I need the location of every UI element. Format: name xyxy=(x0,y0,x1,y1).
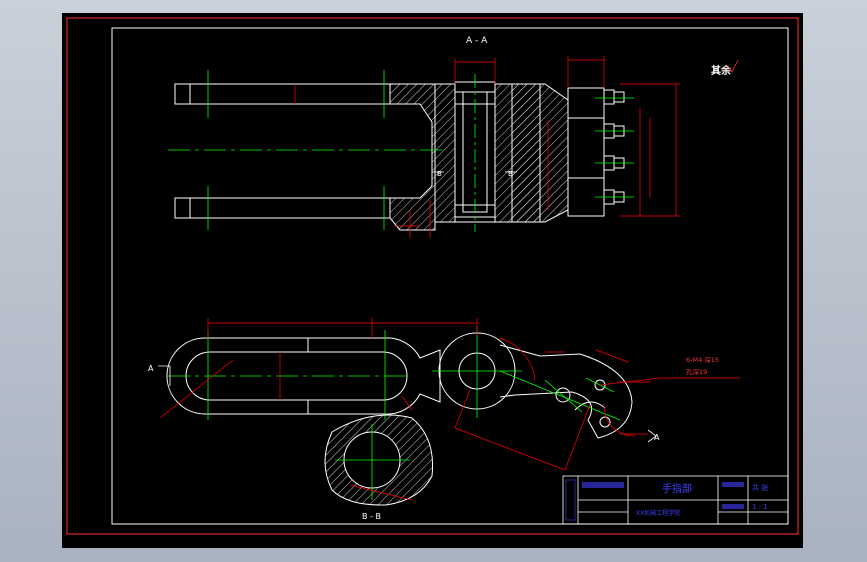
section-aa-view[interactable] xyxy=(174,81,625,231)
section-bb-label: B - B xyxy=(362,512,381,521)
surface-note: 其余 xyxy=(711,64,732,77)
company-name: XX机械工程学院 xyxy=(636,509,680,517)
callout-line2: 孔深19 xyxy=(686,367,707,376)
cut-b-right-label: B xyxy=(508,170,513,178)
sheet-quantity: 共 张 xyxy=(752,483,768,492)
cad-viewport[interactable]: A - A B B 其余 6-M4 深15 孔深19 A A B - B 手指部… xyxy=(62,13,803,548)
callout-line1: 6-M4 深15 xyxy=(686,355,719,364)
cut-b-left-label: B xyxy=(437,170,442,178)
cut-a-right-label: A xyxy=(654,433,660,442)
cut-a-left-label: A xyxy=(148,364,154,373)
drawing-scale: 1 : 1 xyxy=(752,503,768,511)
section-aa-label: A - A xyxy=(466,36,488,46)
drawing-name: 手指部 xyxy=(662,482,692,495)
front-view-dimensions xyxy=(159,318,740,471)
cad-drawing: A - A B B 其余 6-M4 深15 孔深19 A A B - B 手指部… xyxy=(66,17,799,535)
front-view-centerlines xyxy=(168,326,621,421)
